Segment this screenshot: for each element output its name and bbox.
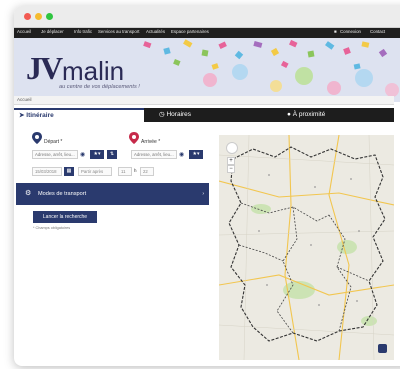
arrivee-label: Arrivée * [141, 139, 161, 145]
account-icon[interactable]: ■ [334, 29, 337, 34]
depart-type-button[interactable]: ★▾ [90, 150, 104, 159]
gear-icon: ⚙ [25, 190, 32, 197]
search-tabs: ➤ Itinéraire ◷ Horaires ● À proximité [14, 108, 394, 122]
date-input[interactable]: 15/03/2018 [32, 167, 62, 176]
calendar-icon[interactable]: ▦ [64, 167, 74, 176]
minimize-window-button[interactable] [35, 13, 42, 20]
window-titlebar [14, 6, 400, 28]
minute-select[interactable]: 22 [140, 167, 154, 176]
tab-a-proximite[interactable]: ● À proximité [282, 108, 325, 122]
logo-jv[interactable]: JV [26, 50, 63, 87]
itinerary-form: Départ * Arrivée * ◉ ★▾ ⇅ ◉ ★▾ 15/03/201… [14, 122, 209, 357]
logo-text[interactable]: malin [62, 56, 124, 87]
depart-input[interactable] [32, 150, 78, 159]
breadcrumb: Accueil [14, 96, 394, 105]
tab-horaires[interactable]: ◷ Horaires [154, 108, 191, 122]
nav-item-accueil[interactable]: Accueil [17, 29, 31, 34]
tab-a-proximite-label: À proximité [292, 111, 326, 118]
arrivee-input[interactable] [131, 150, 177, 159]
hour-select[interactable]: 11 [118, 167, 132, 176]
nav-item-actualites[interactable]: Actualités [146, 29, 165, 34]
map-layers-button[interactable] [378, 344, 387, 353]
close-window-button[interactable] [24, 13, 31, 20]
required-note: * Champs obligatoires [33, 226, 71, 230]
search-button[interactable]: Lancer la recherche [33, 211, 97, 223]
account-link[interactable]: Connexion [340, 29, 361, 34]
zoom-out-button[interactable]: − [227, 165, 235, 173]
tab-itineraire-label: Itinéraire [26, 112, 54, 119]
modes-transport-toggle[interactable]: ⚙ Modes de transport › [16, 183, 209, 205]
time-mode-select[interactable]: Partir après [78, 167, 112, 176]
nav-item-partenaires[interactable]: Espace partenaires [171, 29, 209, 34]
maximize-window-button[interactable] [46, 13, 53, 20]
modes-transport-label: Modes de transport [38, 191, 87, 197]
depart-label: Départ * [44, 139, 63, 145]
tab-horaires-label: Horaires [166, 111, 192, 118]
chevron-right-icon: › [202, 191, 204, 197]
contact-link[interactable]: Contact [370, 29, 385, 34]
map-pan-control[interactable] [226, 142, 238, 154]
nav-item-deplacer[interactable]: Je déplacer [41, 29, 64, 34]
arrivee-type-button[interactable]: ★▾ [189, 150, 203, 159]
nav-item-info-trafic[interactable]: Info trafic [74, 29, 92, 34]
locate-icon[interactable]: ◉ [80, 151, 85, 158]
depart-pin-icon [32, 132, 42, 144]
arrivee-pin-icon [129, 132, 139, 144]
top-navigation: Accueil Je déplacer Info trafic Services… [14, 28, 400, 38]
map-view[interactable]: + − [219, 135, 394, 360]
map-canvas[interactable] [219, 135, 394, 360]
tab-itineraire[interactable]: ➤ Itinéraire [14, 108, 144, 122]
locate-arrivee-icon[interactable]: ◉ [179, 151, 184, 158]
breadcrumb-home[interactable]: Accueil [17, 97, 32, 102]
hour-minute-separator: h [134, 168, 137, 173]
swap-button[interactable]: ⇅ [107, 150, 117, 159]
brand-tagline: au centre de vos déplacements ! [59, 84, 140, 90]
nav-item-services[interactable]: Services au transport [98, 29, 140, 34]
zoom-in-button[interactable]: + [227, 157, 235, 165]
header-banner: JV malin au centre de vos déplacements ! [14, 38, 400, 102]
